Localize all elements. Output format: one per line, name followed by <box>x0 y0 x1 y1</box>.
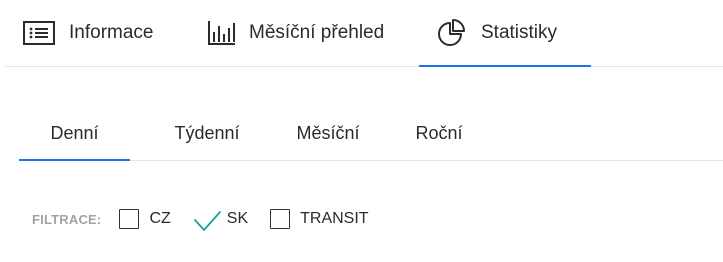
tab-mesicni-label: Měsíční <box>296 122 360 143</box>
pie-chart-icon <box>437 18 467 48</box>
tab-statistiky-label: Statistiky <box>481 22 558 43</box>
filter-bar: FILTRACE: CZ SK TRANSIT <box>32 204 391 234</box>
tab-statistiky[interactable]: Statistiky <box>419 0 591 67</box>
tab-denni-label: Denní <box>50 122 99 143</box>
checkbox-unchecked-icon <box>119 209 140 229</box>
main-tab-bar: Informace Měsíční přehled Statistiky <box>5 0 723 67</box>
tab-tydenni-label: Týdenní <box>174 122 240 143</box>
tab-informace-label: Informace <box>69 22 154 43</box>
filter-cz-label: CZ <box>149 210 171 227</box>
filter-sk-checkbox[interactable]: SK <box>193 205 248 233</box>
tab-mesicni[interactable]: Měsíční <box>284 106 372 160</box>
filter-transit-checkbox[interactable]: TRANSIT <box>270 209 369 229</box>
list-icon <box>23 21 55 45</box>
period-tab-bar: Denní Týdenní Měsíční Roční <box>19 106 723 161</box>
filter-sk-label: SK <box>226 210 249 227</box>
checkbox-unchecked-icon <box>270 209 291 229</box>
tab-rocni-label: Roční <box>415 122 463 143</box>
tab-informace[interactable]: Informace <box>23 0 153 66</box>
filter-cz-checkbox[interactable]: CZ <box>119 209 171 229</box>
bar-chart-icon <box>207 20 235 46</box>
filter-transit-label: TRANSIT <box>300 210 369 227</box>
tab-rocni[interactable]: Roční <box>407 106 471 160</box>
tab-mesicni-prehled[interactable]: Měsíční přehled <box>207 0 384 66</box>
tab-mesicni-prehled-label: Měsíční přehled <box>249 22 385 43</box>
tab-denni[interactable]: Denní <box>19 106 130 161</box>
filter-label: FILTRACE: <box>32 211 102 227</box>
checkmark-icon <box>193 209 221 233</box>
tab-tydenni[interactable]: Týdenní <box>159 106 255 160</box>
